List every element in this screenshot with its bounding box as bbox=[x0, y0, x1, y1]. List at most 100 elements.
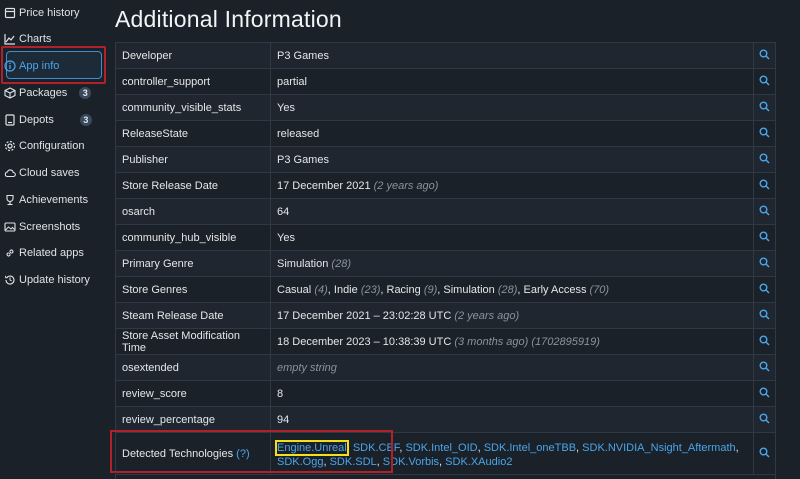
page-title: Additional Information bbox=[115, 6, 342, 32]
magnifier-icon bbox=[759, 179, 770, 193]
row-key: Store Genres bbox=[115, 276, 271, 303]
sidebar-item-label: Charts bbox=[19, 33, 52, 45]
genre-name: Racing bbox=[386, 283, 421, 296]
genre-id: (23) bbox=[360, 283, 381, 296]
row-note: (3 months ago) (1702895919) bbox=[454, 335, 600, 348]
genre-id: (4) bbox=[314, 283, 328, 296]
table-row: osextended empty string bbox=[115, 354, 776, 381]
magnifier-icon bbox=[759, 127, 770, 141]
magnifier-icon bbox=[759, 257, 770, 271]
row-value: released bbox=[270, 120, 754, 147]
sidebar-item-label: Price history bbox=[19, 7, 80, 19]
row-key: osarch bbox=[115, 198, 271, 225]
table-row: Store Release Date 17 December 2021 (2 ye… bbox=[115, 172, 776, 199]
magnifier-icon bbox=[759, 101, 770, 115]
row-search-button[interactable] bbox=[753, 42, 776, 69]
package-icon bbox=[4, 87, 16, 99]
depots-count-badge: 3 bbox=[79, 114, 92, 126]
sidebar-item-configuration[interactable]: Configuration bbox=[4, 135, 84, 157]
tech-link[interactable]: SDK.Intel_oneTBB bbox=[484, 442, 576, 454]
table-row: review_score 8 bbox=[115, 380, 776, 407]
row-search-button[interactable] bbox=[753, 68, 776, 95]
row-key: controller_support bbox=[115, 68, 271, 95]
row-search-button[interactable] bbox=[753, 406, 776, 433]
row-search-button[interactable] bbox=[753, 354, 776, 381]
sidebar-item-label: Achievements bbox=[19, 194, 89, 206]
row-note: (2 years ago) bbox=[454, 309, 520, 322]
row-key: osextended bbox=[115, 354, 271, 381]
sidebar-item-price-history[interactable]: Price history bbox=[4, 2, 80, 24]
row-key: Primary Genre bbox=[115, 250, 271, 277]
table-row: Store Asset Modification Time 18 December… bbox=[115, 328, 776, 355]
tech-link[interactable]: SDK.XAudio2 bbox=[445, 456, 512, 468]
table-row: community_visible_stats Yes bbox=[115, 94, 776, 121]
row-key: review_percentage bbox=[115, 406, 271, 433]
row-value: 94 bbox=[270, 406, 754, 433]
genre-name: Simulation bbox=[443, 283, 495, 296]
tech-link[interactable]: SDK.Intel_OID bbox=[405, 442, 477, 454]
sidebar-item-depots[interactable]: Depots 3 bbox=[4, 109, 92, 131]
sidebar-item-app-info[interactable]: App info bbox=[4, 55, 59, 77]
genre-id: (9) bbox=[423, 283, 438, 296]
magnifier-icon bbox=[759, 447, 770, 461]
row-value-text: 18 December 2023 – 10:38:39 UTC bbox=[277, 335, 452, 348]
row-search-button[interactable] bbox=[753, 250, 776, 277]
table-row: Steam Release Date 17 December 2021 – 23:… bbox=[115, 302, 776, 329]
magnifier-icon bbox=[759, 387, 770, 401]
sidebar-item-achievements[interactable]: Achievements bbox=[4, 189, 88, 211]
magnifier-icon bbox=[759, 153, 770, 167]
magnifier-icon bbox=[759, 49, 770, 63]
sidebar-item-label: Related apps bbox=[19, 247, 84, 259]
row-value: P3 Games bbox=[270, 146, 754, 173]
magnifier-icon bbox=[759, 283, 770, 297]
magnifier-icon bbox=[759, 413, 770, 427]
row-search-button[interactable] bbox=[753, 146, 776, 173]
row-search-button[interactable] bbox=[753, 224, 776, 251]
magnifier-icon bbox=[759, 361, 770, 375]
image-icon bbox=[4, 221, 16, 233]
row-key: review_score bbox=[115, 380, 271, 407]
sidebar: Price history Charts App info Packages 3… bbox=[0, 0, 108, 479]
row-search-button[interactable] bbox=[753, 276, 776, 303]
row-key: Store Release Date bbox=[115, 172, 271, 199]
tech-link[interactable]: SDK.NVIDIA_Nsight_Aftermath bbox=[582, 442, 735, 454]
row-value-text: Yes bbox=[277, 231, 295, 244]
table-tail bbox=[115, 472, 776, 479]
row-search-button[interactable] bbox=[753, 302, 776, 329]
row-note: (28) bbox=[331, 257, 351, 270]
row-search-button[interactable] bbox=[753, 94, 776, 121]
row-search-button[interactable] bbox=[753, 380, 776, 407]
row-key: Developer bbox=[115, 42, 271, 69]
row-search-button[interactable] bbox=[753, 328, 776, 355]
row-search-button[interactable] bbox=[753, 198, 776, 225]
sidebar-item-related-apps[interactable]: Related apps bbox=[4, 242, 84, 264]
link-icon bbox=[4, 247, 16, 259]
row-value-text: 94 bbox=[277, 413, 290, 426]
row-value-text: released bbox=[277, 127, 320, 140]
row-value: empty string bbox=[270, 354, 754, 381]
row-value: 64 bbox=[270, 198, 754, 225]
sidebar-item-charts[interactable]: Charts bbox=[4, 28, 51, 50]
sidebar-item-packages[interactable]: Packages 3 bbox=[4, 82, 92, 104]
magnifier-icon bbox=[759, 205, 770, 219]
sidebar-item-label: Configuration bbox=[19, 140, 85, 152]
row-search-button[interactable] bbox=[753, 172, 776, 199]
cloud-icon bbox=[4, 167, 16, 179]
row-search-button[interactable] bbox=[753, 120, 776, 147]
sidebar-item-screenshots[interactable]: Screenshots bbox=[4, 216, 80, 238]
info-table: Developer P3 Games controller_support parti… bbox=[115, 42, 776, 475]
row-search-button[interactable] bbox=[753, 432, 776, 475]
row-value-text: Simulation bbox=[277, 257, 329, 270]
table-row: controller_support partial bbox=[115, 68, 776, 95]
row-value-text: P3 Games bbox=[277, 153, 329, 166]
row-value: Casual (4), Indie (23), Racing (9), Simu… bbox=[270, 276, 754, 303]
sidebar-item-cloud-saves[interactable]: Cloud saves bbox=[4, 162, 80, 184]
sidebar-item-update-history[interactable]: Update history bbox=[4, 269, 90, 291]
genre-name: Casual bbox=[277, 283, 312, 296]
row-value: Yes bbox=[270, 224, 754, 251]
row-value: Yes bbox=[270, 94, 754, 121]
table-row: Publisher P3 Games bbox=[115, 146, 776, 173]
genre-id: (70) bbox=[589, 283, 610, 296]
sidebar-item-label: App info bbox=[19, 60, 60, 72]
info-icon bbox=[4, 60, 16, 72]
